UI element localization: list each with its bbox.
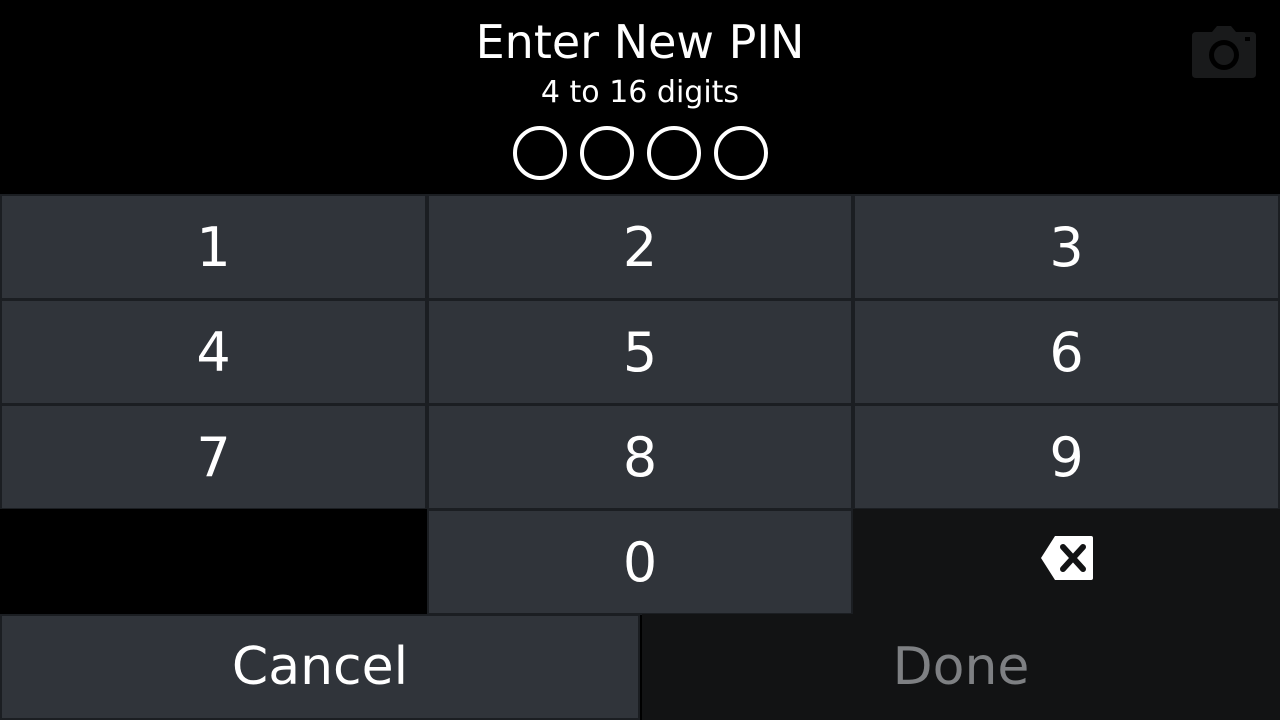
done-button[interactable]: Done xyxy=(642,614,1280,720)
action-bar: Cancel Done xyxy=(0,614,1280,720)
pin-entry-screen: Enter New PIN 4 to 16 digits 1 2 3 4 5 6… xyxy=(0,0,1280,720)
key-3[interactable]: 3 xyxy=(853,194,1280,300)
pin-slot xyxy=(579,126,634,180)
pin-slot xyxy=(512,126,567,180)
backspace-icon xyxy=(1040,531,1094,594)
pin-length-hint: 4 to 16 digits xyxy=(540,75,740,110)
camera-icon[interactable] xyxy=(1190,26,1258,80)
key-7[interactable]: 7 xyxy=(0,404,427,510)
key-5[interactable]: 5 xyxy=(427,299,853,405)
page-title: Enter New PIN xyxy=(475,15,805,69)
pin-header: Enter New PIN 4 to 16 digits xyxy=(0,0,1280,194)
backspace-button[interactable] xyxy=(853,509,1280,615)
key-0[interactable]: 0 xyxy=(427,509,853,615)
cancel-button[interactable]: Cancel xyxy=(0,614,640,720)
key-8[interactable]: 8 xyxy=(427,404,853,510)
pin-slot xyxy=(713,126,768,180)
key-4[interactable]: 4 xyxy=(0,299,427,405)
key-9[interactable]: 9 xyxy=(853,404,1280,510)
pin-slot xyxy=(646,126,701,180)
pin-indicator xyxy=(0,126,1280,180)
key-2[interactable]: 2 xyxy=(427,194,853,300)
key-1[interactable]: 1 xyxy=(0,194,427,300)
numeric-keypad: 1 2 3 4 5 6 7 8 9 0 xyxy=(0,194,1280,615)
key-6[interactable]: 6 xyxy=(853,299,1280,405)
keypad-blank-cell xyxy=(0,509,427,614)
